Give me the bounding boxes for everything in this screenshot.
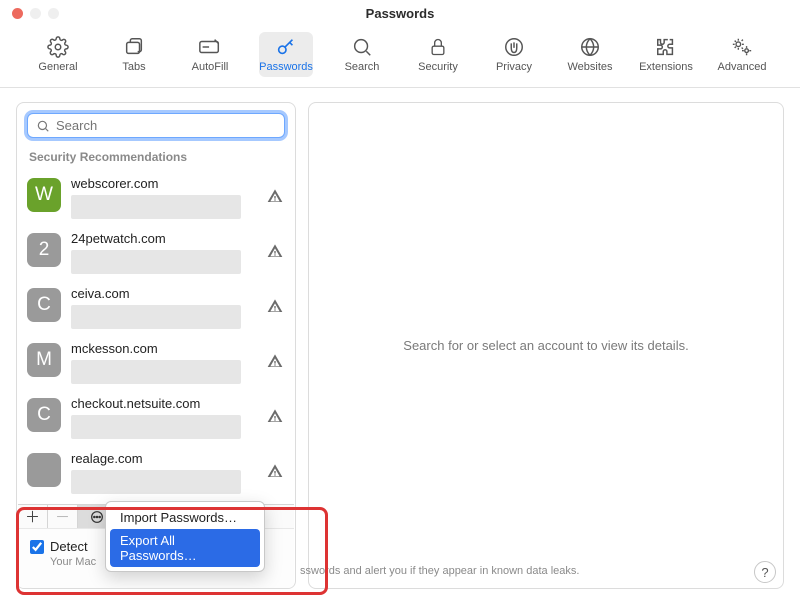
- detect-leaks-checkbox[interactable]: [30, 540, 44, 554]
- search-icon: [349, 36, 375, 58]
- minimize-window-button[interactable]: [30, 8, 41, 19]
- account-username-redacted: [71, 470, 241, 494]
- menu-import-passwords[interactable]: Import Passwords…: [110, 506, 260, 529]
- account-avatar: [27, 453, 61, 487]
- tab-security[interactable]: Security: [411, 32, 465, 77]
- account-avatar: C: [27, 288, 61, 322]
- account-row[interactable]: realage.com: [17, 445, 295, 500]
- detail-placeholder: Search for or select an account to view …: [403, 338, 688, 353]
- remove-button: －: [48, 505, 78, 529]
- tab-privacy[interactable]: Privacy: [487, 32, 541, 77]
- globe-icon: [577, 36, 603, 58]
- content-area: Security Recommendations Wwebscorer.com2…: [0, 88, 800, 605]
- account-site: checkout.netsuite.com: [71, 396, 257, 411]
- account-avatar: 2: [27, 233, 61, 267]
- account-main: mckesson.com: [71, 341, 257, 384]
- preferences-window: Passwords General Tabs AutoFill Password…: [0, 0, 800, 601]
- detail-panel: Search for or select an account to view …: [308, 102, 784, 589]
- menu-export-all-passwords[interactable]: Export All Passwords…: [110, 529, 260, 567]
- warning-icon: [267, 243, 283, 262]
- tab-tabs[interactable]: Tabs: [107, 32, 161, 77]
- tab-extensions[interactable]: Extensions: [639, 32, 693, 77]
- warning-icon: [267, 353, 283, 372]
- tab-passwords[interactable]: Passwords: [259, 32, 313, 77]
- account-avatar: C: [27, 398, 61, 432]
- tabs-icon: [121, 36, 147, 58]
- account-site: ceiva.com: [71, 286, 257, 301]
- account-main: ceiva.com: [71, 286, 257, 329]
- titlebar: Passwords: [0, 0, 800, 26]
- account-main: realage.com: [71, 451, 257, 494]
- more-menu-popup: Import Passwords… Export All Passwords…: [105, 501, 265, 572]
- account-site: realage.com: [71, 451, 257, 466]
- warning-icon: [267, 408, 283, 427]
- tab-search[interactable]: Search: [335, 32, 389, 77]
- tab-advanced[interactable]: Advanced: [715, 32, 769, 77]
- account-username-redacted: [71, 415, 241, 439]
- autofill-icon: [197, 36, 223, 58]
- zoom-window-button[interactable]: [48, 8, 59, 19]
- window-controls: [12, 8, 59, 19]
- add-button[interactable]: ＋: [18, 505, 48, 529]
- account-row[interactable]: Ccheckout.netsuite.com: [17, 390, 295, 445]
- window-title: Passwords: [10, 6, 790, 21]
- account-main: checkout.netsuite.com: [71, 396, 257, 439]
- help-button[interactable]: ?: [754, 561, 776, 583]
- search-field[interactable]: [27, 113, 285, 138]
- account-avatar: W: [27, 178, 61, 212]
- puzzle-icon: [653, 36, 679, 58]
- tab-websites[interactable]: Websites: [563, 32, 617, 77]
- hand-icon: [501, 36, 527, 58]
- detect-label: Detect: [50, 539, 88, 554]
- account-row[interactable]: 2 24petwatch.com: [17, 225, 295, 280]
- account-username-redacted: [71, 360, 241, 384]
- account-avatar: M: [27, 343, 61, 377]
- search-icon: [36, 119, 50, 133]
- section-header: Security Recommendations: [17, 146, 295, 170]
- account-username-redacted: [71, 250, 241, 274]
- warning-icon: [267, 188, 283, 207]
- account-main: webscorer.com: [71, 176, 257, 219]
- warning-icon: [267, 298, 283, 317]
- account-site: webscorer.com: [71, 176, 257, 191]
- account-row[interactable]: Cceiva.com: [17, 280, 295, 335]
- account-row[interactable]: Mmckesson.com: [17, 335, 295, 390]
- key-icon: [273, 36, 299, 58]
- account-main: 24petwatch.com: [71, 231, 257, 274]
- search-input[interactable]: [56, 118, 276, 133]
- close-window-button[interactable]: [12, 8, 23, 19]
- account-username-redacted: [71, 195, 241, 219]
- warning-icon: [267, 463, 283, 482]
- gear-icon: [45, 36, 71, 58]
- gears-icon: [729, 36, 755, 58]
- account-username-redacted: [71, 305, 241, 329]
- detect-subtext-continued: sswords and alert you if they appear in …: [300, 565, 579, 577]
- preferences-toolbar: General Tabs AutoFill Passwords Search: [0, 26, 800, 88]
- ellipsis-icon: [89, 509, 105, 525]
- account-row[interactable]: Wwebscorer.com: [17, 170, 295, 225]
- account-site: mckesson.com: [71, 341, 257, 356]
- tab-autofill[interactable]: AutoFill: [183, 32, 237, 77]
- tab-general[interactable]: General: [31, 32, 85, 77]
- accounts-panel: Security Recommendations Wwebscorer.com2…: [16, 102, 296, 589]
- lock-icon: [425, 36, 451, 58]
- account-site: 24petwatch.com: [71, 231, 257, 246]
